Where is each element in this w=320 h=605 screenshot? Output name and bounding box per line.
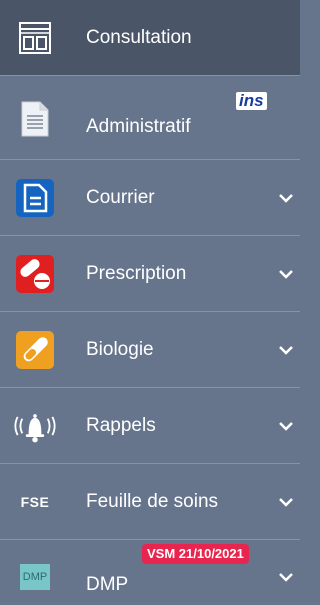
chevron-down-icon[interactable] [278,342,294,358]
menu-item-courrier[interactable]: Courrier [0,160,300,236]
chevron-down-icon[interactable] [278,266,294,282]
pills-icon [14,253,56,295]
document-icon [14,98,56,140]
letter-icon [14,177,56,219]
menu-label-prescription: Prescription [86,262,187,284]
menu-item-biologie[interactable]: Biologie [0,312,300,388]
menu-item-administratif[interactable]: Administratif [0,76,300,160]
side-menu: Consultation Administratif ins Courrier … [0,0,300,605]
fse-icon-text: FSE [20,493,50,510]
menu-label-dmp: DMP [86,574,129,595]
bell-icon [14,405,56,447]
menu-label-consultation: Consultation [86,26,192,48]
menu-label-administratif: Administratif [86,116,191,137]
chevron-down-icon[interactable] [278,418,294,434]
dmp-icon-text: DMP [20,564,50,590]
test-tube-icon [14,329,56,371]
dmp-icon: DMP [14,556,56,598]
menu-label-biologie: Biologie [86,338,154,360]
chevron-down-icon[interactable] [278,190,294,206]
chevron-down-icon[interactable] [278,569,294,585]
menu-item-rappels[interactable]: Rappels [0,388,300,464]
ins-badge: ins [236,92,267,110]
menu-label-courrier: Courrier [86,186,155,208]
menu-item-consultation[interactable]: Consultation [0,0,300,76]
consultation-layout-icon [14,17,56,59]
vsm-date-badge: VSM 21/10/2021 [142,544,249,564]
menu-item-prescription[interactable]: Prescription [0,236,300,312]
fse-icon: FSE [14,481,56,523]
chevron-down-icon[interactable] [278,494,294,510]
menu-item-feuille-de-soins[interactable]: FSE Feuille de soins [0,464,300,540]
menu-label-feuille-de-soins: Feuille de soins [86,490,219,512]
menu-label-rappels: Rappels [86,414,156,436]
